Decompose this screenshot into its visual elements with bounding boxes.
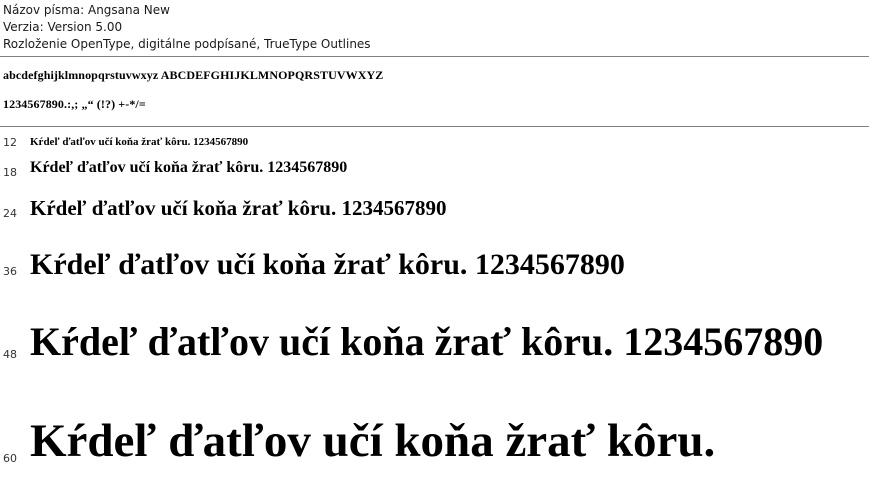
divider-top <box>0 56 869 57</box>
charset-digits-symbols: 1234567890.:,; „“ (!?) +-*/= <box>3 97 146 111</box>
font-description-line: Rozloženie OpenType, digitálne podpísané… <box>3 37 371 51</box>
font-name-line: Názov písma: Angsana New <box>3 3 170 17</box>
font-info-header: Názov písma: Angsana New Verzia: Version… <box>3 2 371 53</box>
sample-text-24: Kŕdeľ ďatľov učí koňa žrať kôru. 1234567… <box>30 196 447 220</box>
font-version-line: Verzia: Version 5.00 <box>3 20 123 34</box>
charset-letters: abcdefghijklmnopqrstuvwxyz ABCDEFGHIJKLM… <box>3 68 384 82</box>
size-label-60: 60 <box>3 452 17 465</box>
size-label-12: 12 <box>3 136 17 149</box>
size-label-36: 36 <box>3 265 17 278</box>
divider-bottom <box>0 126 869 127</box>
sample-text-12: Kŕdeľ ďatľov učí koňa žrať kôru. 1234567… <box>30 136 249 148</box>
size-label-18: 18 <box>3 166 17 179</box>
sample-text-60: Kŕdeľ ďatľov učí koňa žrať kôru. <box>30 415 716 467</box>
sample-text-48: Kŕdeľ ďatľov učí koňa žrať kôru. 1234567… <box>30 319 824 364</box>
size-label-48: 48 <box>3 348 17 361</box>
font-preview-window: { "header": { "font_name": "Názov písma:… <box>0 0 869 490</box>
sample-text-36: Kŕdeľ ďatľov učí koňa žrať kôru. 1234567… <box>30 248 625 281</box>
sample-text-18: Kŕdeľ ďatľov učí koňa žrať kôru. 1234567… <box>30 159 348 176</box>
size-label-24: 24 <box>3 207 17 220</box>
